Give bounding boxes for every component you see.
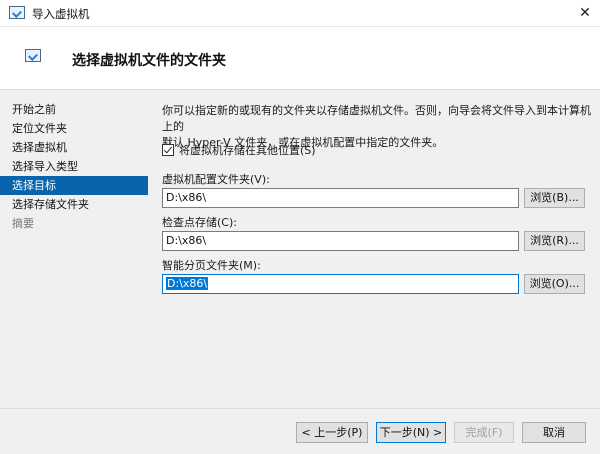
close-icon[interactable]: ✕ [570, 0, 600, 26]
wizard-footer: < 上一步(P) 下一步(N) > 完成(F) 取消 [0, 408, 600, 454]
browse-smart-paging-button[interactable]: 浏览(O)... [524, 274, 585, 294]
sidebar-item-summary: 摘要 [12, 217, 34, 230]
browse-checkpoint-button[interactable]: 浏览(R)... [524, 231, 585, 251]
smart-paging-selected-text: D:\x86\ [166, 277, 209, 290]
previous-button[interactable]: < 上一步(P) [296, 422, 368, 443]
title-bar: 导入虚拟机 ✕ [0, 0, 600, 27]
smart-paging-input[interactable]: D:\x86\ [162, 274, 519, 294]
finish-button: 完成(F) [454, 422, 514, 443]
sidebar-item-import-type[interactable]: 选择导入类型 [0, 157, 148, 176]
smart-paging-label: 智能分页文件夹(M): [162, 259, 261, 272]
wizard-steps-sidebar: 开始之前 定位文件夹 选择虚拟机 选择导入类型 选择目标 选择存储文件夹 摘要 [0, 90, 148, 408]
wizard-header: 选择虚拟机文件的文件夹 [0, 27, 600, 90]
import-vm-icon [25, 49, 41, 62]
window-title: 导入虚拟机 [32, 7, 90, 21]
sidebar-item-choose-destination[interactable]: 选择目标 [0, 176, 148, 195]
browse-config-button[interactable]: 浏览(B)... [524, 188, 585, 208]
config-folder-input[interactable]: D:\x86\ [162, 188, 519, 208]
hyper-v-app-icon [9, 6, 25, 19]
config-folder-label: 虚拟机配置文件夹(V): [162, 173, 270, 186]
store-elsewhere-checkbox[interactable] [162, 144, 174, 156]
sidebar-item-before-you-begin[interactable]: 开始之前 [0, 100, 148, 119]
store-elsewhere-checkbox-row[interactable]: 将虚拟机存储在其他位置(S) [162, 143, 316, 157]
sidebar-item-locate-folder[interactable]: 定位文件夹 [0, 119, 148, 138]
sidebar-item-select-vm[interactable]: 选择虚拟机 [0, 138, 148, 157]
page-title: 选择虚拟机文件的文件夹 [72, 53, 226, 69]
next-button[interactable]: 下一步(N) > [376, 422, 446, 443]
wizard-content: 你可以指定新的或现有的文件夹以存储虚拟机文件。否则，向导会将文件导入到本计算机上… [148, 90, 600, 408]
checkpoint-store-input[interactable]: D:\x86\ [162, 231, 519, 251]
checkpoint-store-label: 检查点存储(C): [162, 216, 237, 229]
description-line-1: 你可以指定新的或现有的文件夹以存储虚拟机文件。否则，向导会将文件导入到本计算机上… [162, 104, 591, 133]
cancel-button[interactable]: 取消 [522, 422, 586, 443]
store-elsewhere-label: 将虚拟机存储在其他位置(S) [179, 144, 316, 157]
sidebar-item-storage-folders[interactable]: 选择存储文件夹 [0, 195, 148, 214]
